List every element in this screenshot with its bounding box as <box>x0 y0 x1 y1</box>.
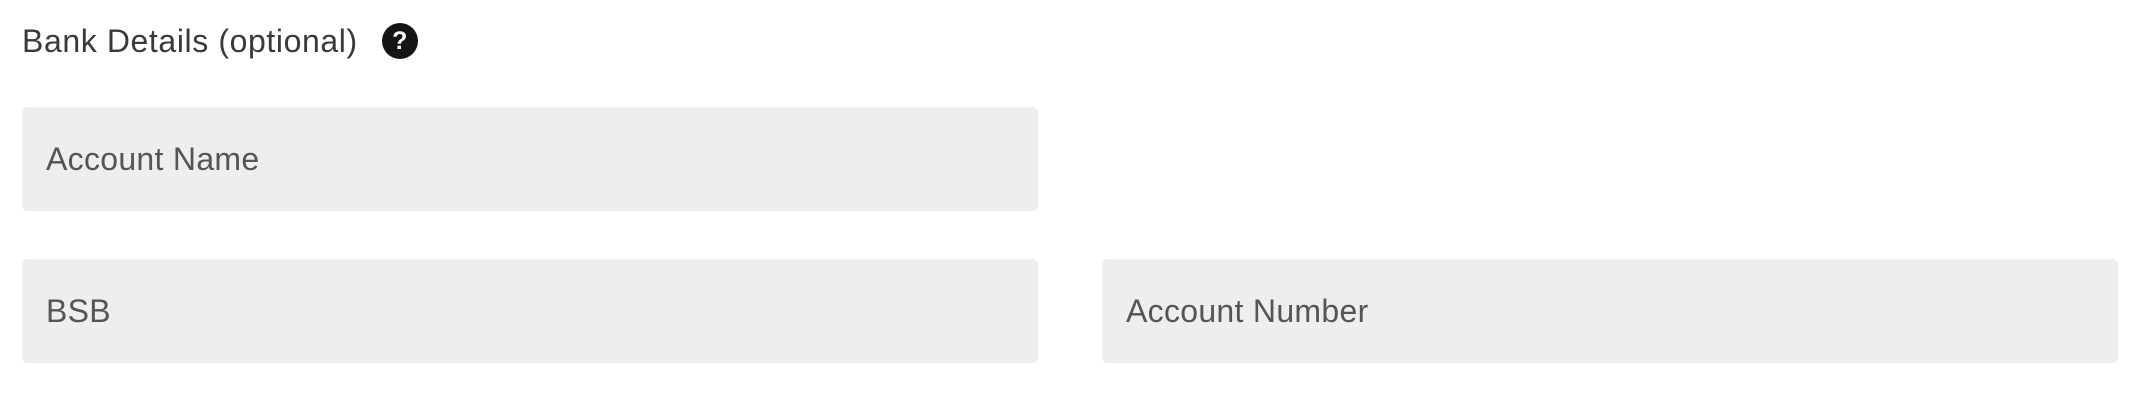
account-number-input[interactable] <box>1102 259 2118 363</box>
bank-details-header: Bank Details (optional) ? <box>22 18 418 64</box>
question-mark-icon[interactable]: ? <box>381 23 418 59</box>
bsb-input[interactable] <box>22 259 1038 363</box>
section-title: Bank Details (optional) <box>22 22 358 59</box>
account-name-input[interactable] <box>22 107 1038 211</box>
